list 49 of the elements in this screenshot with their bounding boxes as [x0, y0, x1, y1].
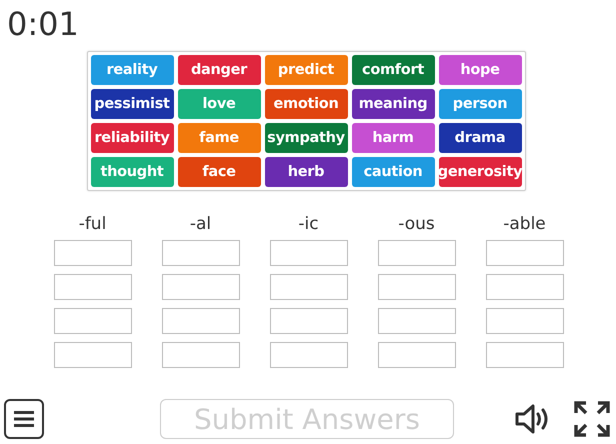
drop-slot[interactable]: [378, 308, 456, 334]
fullscreen-icon[interactable]: [574, 401, 610, 437]
word-tile[interactable]: person: [438, 89, 522, 119]
drop-slot[interactable]: [162, 240, 240, 266]
word-tile[interactable]: hope: [438, 55, 522, 85]
menu-icon: [13, 409, 35, 429]
word-tile[interactable]: drama: [438, 123, 522, 153]
drop-slot[interactable]: [486, 240, 564, 266]
word-tile[interactable]: predict: [264, 55, 348, 85]
drop-slot[interactable]: [162, 342, 240, 368]
drop-slot[interactable]: [270, 308, 348, 334]
drop-slot[interactable]: [378, 274, 456, 300]
timer: 0:01: [7, 4, 79, 44]
column-heading: -able: [503, 213, 546, 236]
column-heading: -ful: [78, 213, 106, 236]
word-tile[interactable]: sympathy: [264, 123, 348, 153]
drop-slot[interactable]: [162, 308, 240, 334]
menu-button[interactable]: [4, 399, 44, 439]
drop-slot[interactable]: [486, 342, 564, 368]
word-tile[interactable]: pessimist: [90, 89, 174, 119]
drop-slot[interactable]: [486, 308, 564, 334]
word-tile[interactable]: herb: [264, 157, 348, 187]
drop-slot[interactable]: [270, 240, 348, 266]
drop-slot[interactable]: [54, 308, 132, 334]
drop-slot[interactable]: [486, 274, 564, 300]
word-tile[interactable]: thought: [90, 157, 174, 187]
drop-slot[interactable]: [54, 240, 132, 266]
word-tile[interactable]: love: [178, 89, 260, 119]
column-heading: -ous: [398, 213, 435, 236]
drop-slot[interactable]: [162, 274, 240, 300]
word-tile[interactable]: reality: [90, 55, 174, 85]
word-tile[interactable]: reliability: [90, 123, 174, 153]
drop-slot[interactable]: [378, 342, 456, 368]
word-tile[interactable]: fame: [178, 123, 260, 153]
drop-slot[interactable]: [54, 274, 132, 300]
word-tile[interactable]: generosity: [438, 157, 522, 187]
word-tile[interactable]: harm: [352, 123, 434, 153]
word-tile[interactable]: danger: [178, 55, 260, 85]
drop-slot[interactable]: [378, 240, 456, 266]
word-tile[interactable]: comfort: [352, 55, 434, 85]
word-tile[interactable]: meaning: [352, 89, 434, 119]
drop-slot[interactable]: [54, 342, 132, 368]
column-heading: -ic: [298, 213, 319, 236]
word-tile[interactable]: emotion: [264, 89, 348, 119]
drop-slot[interactable]: [270, 342, 348, 368]
word-tile[interactable]: caution: [352, 157, 434, 187]
word-tile[interactable]: face: [178, 157, 260, 187]
drop-slot[interactable]: [270, 274, 348, 300]
column-heading: -al: [190, 213, 212, 236]
